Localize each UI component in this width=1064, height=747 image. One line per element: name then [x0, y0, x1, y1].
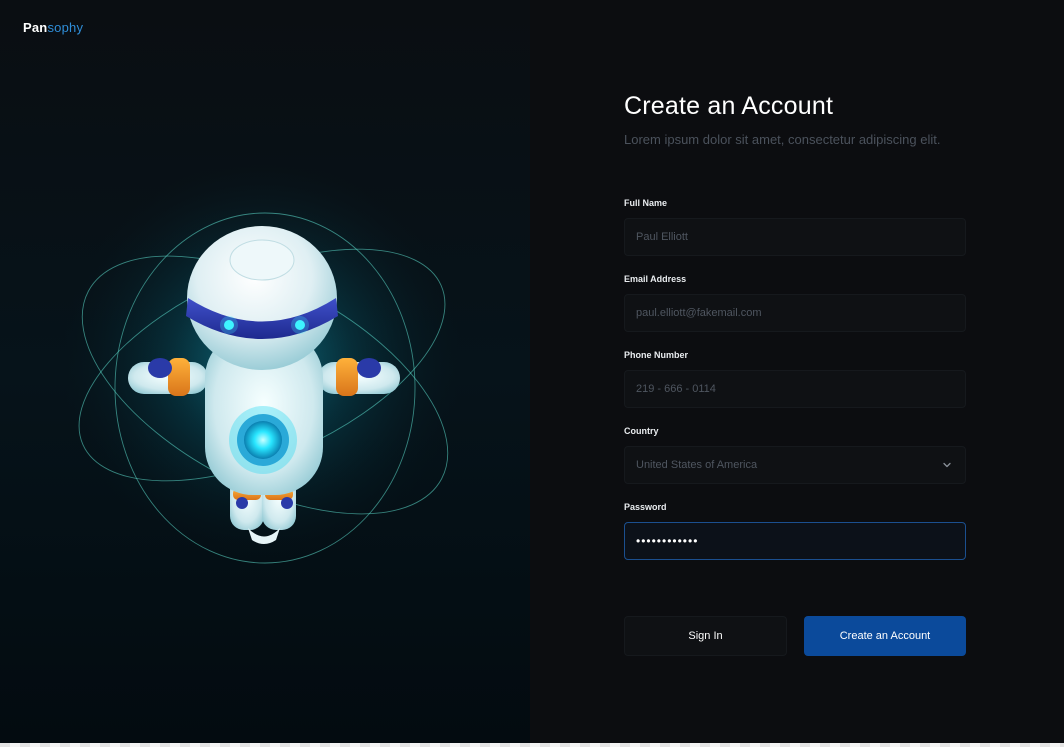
illustration-panel: Pansophy [0, 0, 530, 743]
page-subtitle: Lorem ipsum dolor sit amet, consectetur … [624, 132, 941, 147]
bottom-edge-strip [0, 743, 1064, 747]
full-name-label: Full Name [624, 198, 668, 208]
password-input[interactable] [636, 523, 936, 559]
country-select-value: United States of America [636, 459, 758, 471]
email-input[interactable] [636, 295, 936, 331]
phone-label: Phone Number [624, 350, 689, 360]
country-label: Country [624, 426, 659, 436]
create-account-button[interactable]: Create an Account [804, 616, 966, 656]
phone-input[interactable] [636, 371, 936, 407]
full-name-input[interactable] [636, 219, 936, 255]
robot-astronaut-illustration [62, 160, 462, 564]
full-name-field-box [624, 218, 966, 256]
email-field-box [624, 294, 966, 332]
chest-core [229, 406, 297, 474]
password-field-box [624, 522, 966, 560]
page-title: Create an Account [624, 92, 834, 120]
password-label: Password [624, 502, 667, 512]
chevron-down-icon [943, 462, 951, 468]
sign-in-button[interactable]: Sign In [624, 616, 787, 656]
robot-head [186, 226, 338, 370]
country-select[interactable]: United States of America [624, 446, 966, 484]
email-label: Email Address [624, 274, 687, 284]
phone-field-box [624, 370, 966, 408]
signup-page: Pansophy Create an Account Lorem ipsum d… [0, 0, 1064, 747]
signup-form-panel: Create an Account Lorem ipsum dolor sit … [530, 0, 1064, 743]
